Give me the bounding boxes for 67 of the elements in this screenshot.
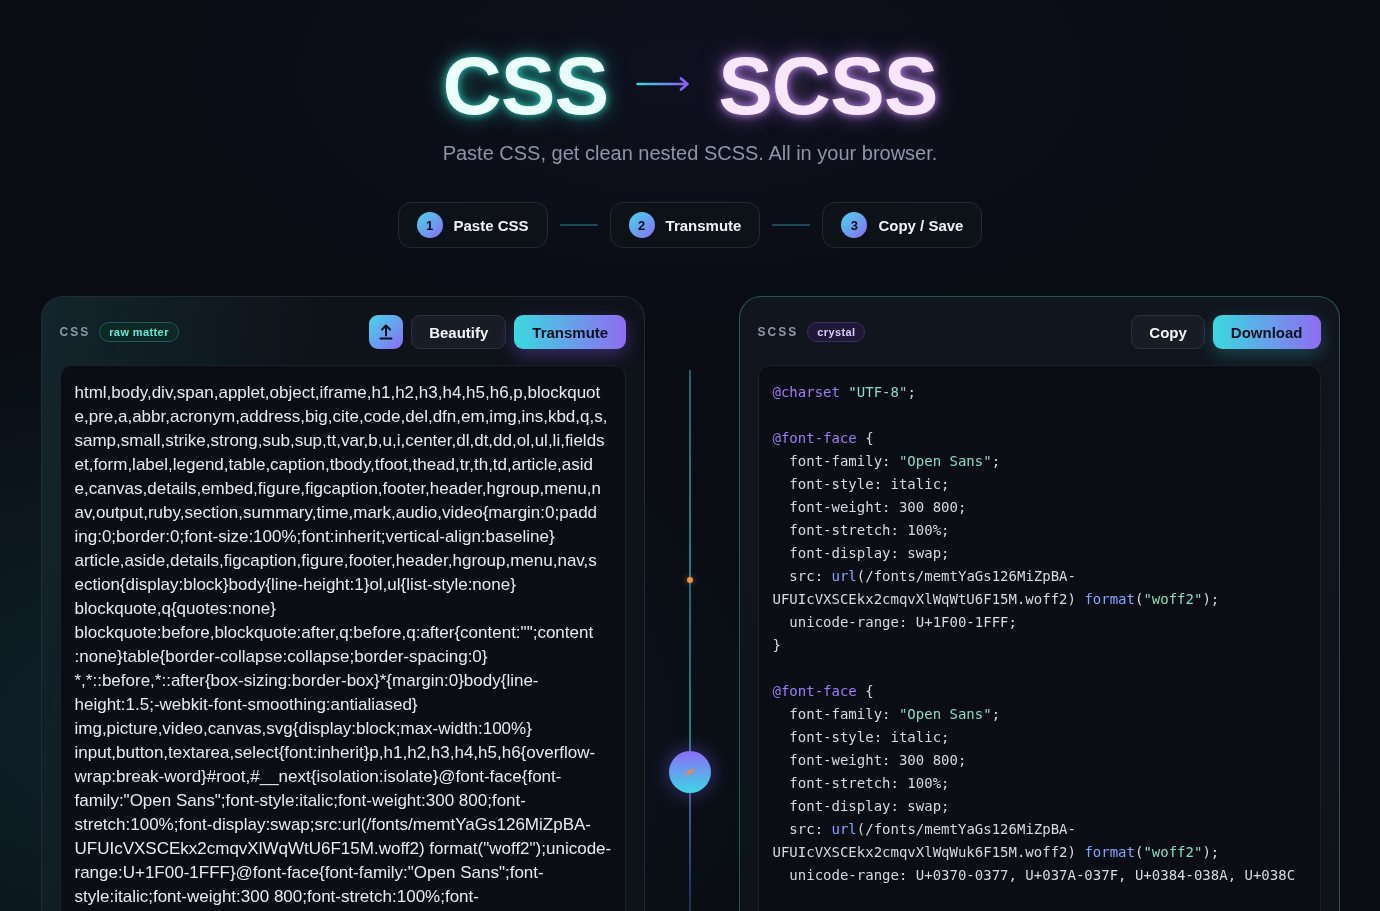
code-line: font-display: swap; [788, 544, 951, 563]
code-line: input,button,textarea,select{font:inherit}p,h1,h2,h3,h4,h5,h6{overflow- [74, 742, 597, 764]
css-input-field[interactable] [59, 365, 627, 911]
code-line: style:italic;font-weight:300 800;font-stretch:100%;font- [74, 886, 480, 908]
code-line: font-family: "Open Sans"; [788, 705, 1002, 724]
code-line: *,*::before,*::after{box-sizing:border-box}*{margin:0}body{line- [74, 670, 540, 692]
code-line: font-display: swap; [788, 797, 951, 816]
code-line: ing:0;border:0;font-size:100%;font:inherit;vertical-align:baseline} [74, 526, 556, 548]
code-line: et,form,label,legend,table,caption,tbody,tfoot,thead,tr,th,td,article,asid [74, 454, 594, 476]
step-connector [772, 224, 811, 226]
action-button[interactable]: Copy [1131, 315, 1205, 349]
code-line: blockquote,q{quotes:none} [74, 598, 277, 620]
primary-button[interactable]: Transmute [514, 315, 627, 349]
code-line: src: url(/fonts/memtYaGs126MiZpBA- [788, 567, 1077, 586]
code-line: av,output,ruby,section,summary,time,mark,audio,video{margin:0;padd [74, 502, 599, 524]
code-line: height:1.5;-webkit-font-smoothing:antialiased} [74, 694, 419, 716]
source-title: CSS [442, 45, 609, 127]
code-line: article,aside,details,figcaption,figure,footer,header,hgroup,menu,nav,s [74, 550, 598, 572]
code-line: :none}table{border-collapse:collapse;border-spacing:0} [74, 646, 489, 668]
code-line: blockquote:before,blockquote:after,q:before,q:after{content:"";content [74, 622, 595, 644]
code-line: @charset "UTF-8"; [772, 383, 917, 402]
code-line: e,pre,a,abbr,acronym,address,big,cite,code,del,dfn,em,img,ins,kbd,q,s, [74, 406, 609, 428]
subtitle: Paste CSS, get clean nested SCSS. All in your browser. [442, 142, 938, 164]
panel-tag: raw matter [99, 322, 179, 342]
code-line: range:U+1F00-1FFF}@font-face{font-family:"Open Sans";font- [74, 862, 545, 884]
panel-label: SCSS [757, 325, 799, 339]
dot-icon [687, 577, 693, 583]
code-line: UFUIcVXSCEkx2cmqvXlWqWuk6F15M.woff2) format("woff2"); [772, 843, 1221, 862]
code-line: unicode-range: U+0370-0377, U+037A-037F, U+0384-038A, U+038C [788, 866, 1297, 885]
code-line: e,canvas,details,embed,figure,figcaption,footer,header,hgroup,menu,n [74, 478, 602, 500]
bolt-icon [669, 751, 711, 793]
code-line: unicode-range: U+1F00-1FFF; [788, 613, 1018, 632]
code-line: ection{display:block}body{line-height:1}ol,ul{list-style:none} [74, 574, 517, 596]
upload-icon [379, 324, 394, 340]
step-number: 3 [841, 212, 868, 238]
code-line: font-family: "Open Sans"; [788, 452, 1002, 471]
panel-label: CSS [59, 325, 91, 339]
code-line: samp,small,strike,strong,sub,sup,tt,var,b,u,i,center,dl,dt,dd,ol,ul,li,fields [74, 430, 606, 452]
step-number: 2 [628, 212, 655, 238]
step-connector [559, 224, 598, 226]
code-line: family:"Open Sans";font-style:italic;font-weight:300 800;font- [74, 790, 527, 812]
code-line: font-weight: 300 800; [788, 751, 968, 770]
code-line: src: url(/fonts/memtYaGs126MiZpBA- [788, 820, 1077, 839]
code-line: font-weight: 300 800; [788, 498, 968, 517]
code-line: @font-face { [772, 429, 875, 448]
code-line: img,picture,video,canvas,svg{display:block;max-width:100%} [74, 718, 533, 740]
code-line: html,body,div,span,applet,object,iframe,h1,h2,h3,h4,h5,h6,p,blockquot [74, 382, 602, 404]
step-label: Copy / Save [878, 216, 964, 234]
code-line: font-stretch: 100%; [788, 521, 951, 540]
upload-button[interactable] [369, 315, 404, 349]
code-line: wrap:break-word}#root,#__next{isolation:isolate}@font-face{font- [74, 766, 563, 788]
code-line: UFUIcVXSCEkx2cmqvXlWqWtU6F15M.woff2) format("woff2");unicode- [74, 838, 612, 860]
code-line: } [772, 636, 782, 655]
action-button[interactable]: Beautify [411, 315, 507, 349]
panel-tag: crystal [807, 322, 866, 342]
step-label: Transmute [665, 216, 742, 234]
code-line: stretch:100%;font-display:swap;src:url(/fonts/memtYaGs126MiZpBA- [74, 814, 592, 836]
code-line: font-stretch: 100%; [788, 774, 951, 793]
code-line: UFUIcVXSCEkx2cmqvXlWqWtU6F15M.woff2) format("woff2"); [772, 590, 1221, 609]
step-label: Paste CSS [453, 216, 529, 234]
code-line: font-style: italic; [788, 728, 951, 747]
arrow-icon [636, 77, 691, 91]
target-title: SCSS [718, 45, 938, 127]
primary-button[interactable]: Download [1212, 315, 1321, 349]
code-line: @font-face { [772, 682, 875, 701]
code-line: font-style: italic; [788, 475, 951, 494]
step-number: 1 [416, 212, 443, 238]
